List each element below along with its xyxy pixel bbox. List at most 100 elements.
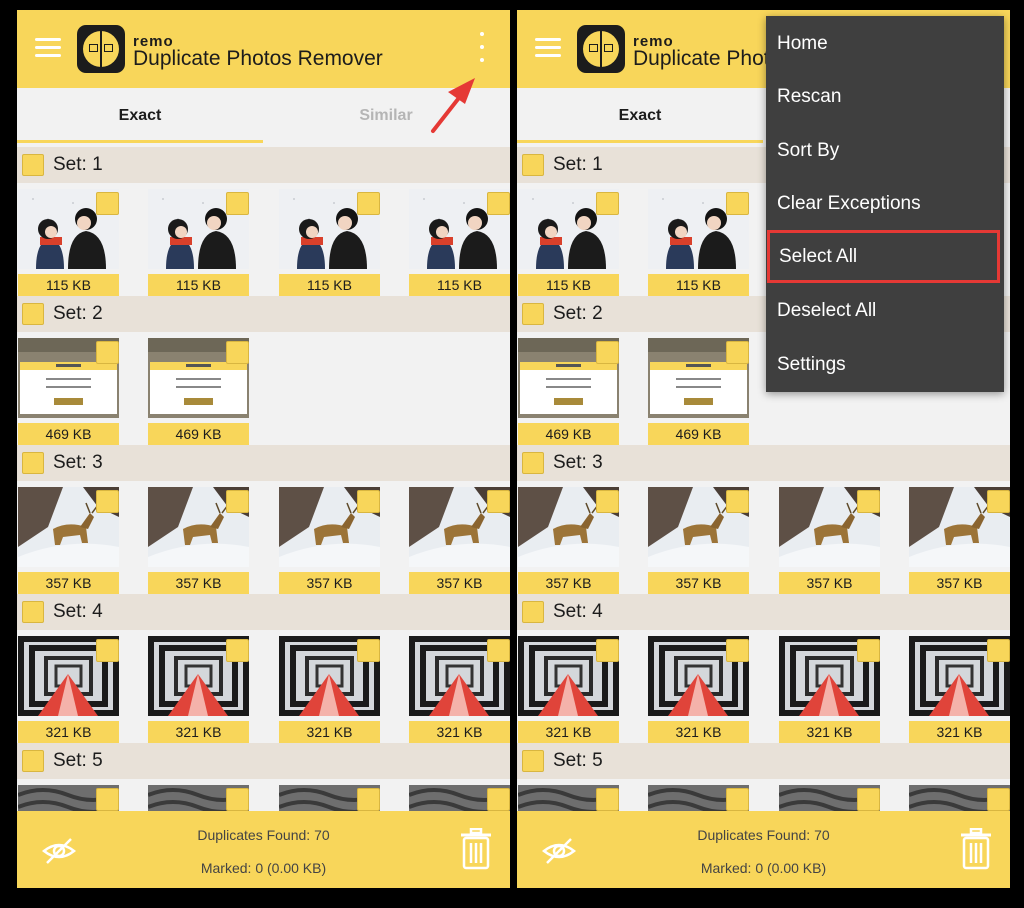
photo-thumbnail[interactable]: 115 KB: [148, 189, 249, 296]
photo-checkbox[interactable]: [487, 788, 510, 811]
photo-thumbnail[interactable]: [779, 785, 880, 811]
photo-checkbox[interactable]: [226, 788, 249, 811]
set-header: Set: 5: [17, 743, 510, 779]
photo-size-label: 357 KB: [409, 572, 510, 594]
photo-checkbox[interactable]: [726, 788, 749, 811]
photo-checkbox[interactable]: [487, 490, 510, 513]
photo-thumbnail[interactable]: 115 KB: [18, 189, 119, 296]
menu-item-sort-by[interactable]: Sort By: [766, 124, 1004, 177]
set-header: Set: 3: [517, 445, 1010, 481]
photo-thumbnail[interactable]: 357 KB: [409, 487, 510, 594]
photo-checkbox[interactable]: [96, 341, 119, 364]
photo-thumbnail[interactable]: 469 KB: [648, 338, 749, 445]
tab-similar[interactable]: Similar: [263, 88, 509, 143]
set-checkbox[interactable]: [22, 303, 44, 325]
tab-exact[interactable]: Exact: [17, 88, 263, 143]
photo-thumbnail[interactable]: 321 KB: [648, 636, 749, 743]
menu-item-deselect-all[interactable]: Deselect All: [766, 284, 1004, 337]
photo-thumbnail[interactable]: 357 KB: [148, 487, 249, 594]
menu-item-settings[interactable]: Settings: [766, 338, 1004, 391]
set-label: Set: 4: [53, 601, 103, 622]
photo-checkbox[interactable]: [226, 490, 249, 513]
photo-thumbnail[interactable]: [279, 785, 380, 811]
photo-checkbox[interactable]: [357, 192, 380, 215]
eye-off-icon[interactable]: [41, 836, 77, 871]
photo-thumbnail[interactable]: [148, 785, 249, 811]
photo-thumbnail[interactable]: 115 KB: [648, 189, 749, 296]
photo-checkbox[interactable]: [726, 639, 749, 662]
photo-checkbox[interactable]: [726, 192, 749, 215]
photo-thumbnail[interactable]: 357 KB: [18, 487, 119, 594]
set-checkbox[interactable]: [22, 154, 44, 176]
set-checkbox[interactable]: [522, 154, 544, 176]
photo-checkbox[interactable]: [226, 639, 249, 662]
photo-thumbnail[interactable]: 321 KB: [518, 636, 619, 743]
photo-checkbox[interactable]: [357, 490, 380, 513]
menu-item-home[interactable]: Home: [766, 17, 1004, 70]
photo-checkbox[interactable]: [987, 639, 1010, 662]
photo-checkbox[interactable]: [726, 341, 749, 364]
trash-icon[interactable]: [460, 827, 492, 875]
menu-item-clear-exceptions[interactable]: Clear Exceptions: [766, 177, 1004, 230]
photo-thumbnail[interactable]: 357 KB: [279, 487, 380, 594]
photo-thumbnail[interactable]: [648, 785, 749, 811]
photo-thumbnail[interactable]: 321 KB: [18, 636, 119, 743]
photo-checkbox[interactable]: [226, 341, 249, 364]
set-checkbox[interactable]: [22, 750, 44, 772]
photo-checkbox[interactable]: [357, 639, 380, 662]
photo-thumbnail[interactable]: 357 KB: [779, 487, 880, 594]
photo-thumbnail[interactable]: 321 KB: [409, 636, 510, 743]
set-checkbox[interactable]: [522, 303, 544, 325]
photo-thumbnail[interactable]: 321 KB: [909, 636, 1010, 743]
photo-thumbnail[interactable]: 469 KB: [518, 338, 619, 445]
photo-checkbox[interactable]: [596, 490, 619, 513]
photo-checkbox[interactable]: [726, 490, 749, 513]
photo-thumbnail[interactable]: 321 KB: [779, 636, 880, 743]
photo-thumbnail[interactable]: 357 KB: [648, 487, 749, 594]
photo-thumbnail[interactable]: [18, 785, 119, 811]
photo-thumbnail[interactable]: 115 KB: [409, 189, 510, 296]
photo-checkbox[interactable]: [596, 341, 619, 364]
set-checkbox[interactable]: [522, 601, 544, 623]
photo-checkbox[interactable]: [596, 788, 619, 811]
more-vertical-icon[interactable]: [477, 32, 487, 66]
set-checkbox[interactable]: [22, 452, 44, 474]
photo-thumbnail[interactable]: 321 KB: [148, 636, 249, 743]
photo-checkbox[interactable]: [357, 788, 380, 811]
hamburger-icon[interactable]: [35, 38, 61, 58]
photo-thumbnail[interactable]: 357 KB: [518, 487, 619, 594]
photo-checkbox[interactable]: [487, 639, 510, 662]
photo-checkbox[interactable]: [987, 490, 1010, 513]
photo-checkbox[interactable]: [596, 639, 619, 662]
photo-thumbnail[interactable]: [518, 785, 619, 811]
photo-checkbox[interactable]: [987, 788, 1010, 811]
photo-checkbox[interactable]: [226, 192, 249, 215]
photo-thumbnail[interactable]: 469 KB: [18, 338, 119, 445]
hamburger-icon[interactable]: [535, 38, 561, 58]
photo-thumbnail[interactable]: 115 KB: [279, 189, 380, 296]
photo-checkbox[interactable]: [857, 490, 880, 513]
photo-checkbox[interactable]: [96, 192, 119, 215]
photo-checkbox[interactable]: [96, 788, 119, 811]
trash-icon[interactable]: [960, 827, 992, 875]
duplicates-found-text: Duplicates Found: 70: [197, 827, 330, 843]
photo-checkbox[interactable]: [596, 192, 619, 215]
menu-item-select-all[interactable]: Select All: [767, 230, 1000, 283]
set-checkbox[interactable]: [522, 452, 544, 474]
photo-checkbox[interactable]: [96, 639, 119, 662]
set-checkbox[interactable]: [522, 750, 544, 772]
photo-thumbnail[interactable]: [409, 785, 510, 811]
photo-thumbnail[interactable]: 321 KB: [279, 636, 380, 743]
set-checkbox[interactable]: [22, 601, 44, 623]
photo-checkbox[interactable]: [857, 788, 880, 811]
photo-checkbox[interactable]: [96, 490, 119, 513]
photo-checkbox[interactable]: [487, 192, 510, 215]
photo-thumbnail[interactable]: 357 KB: [909, 487, 1010, 594]
tab-exact[interactable]: Exact: [517, 88, 763, 143]
photo-thumbnail[interactable]: [909, 785, 1010, 811]
photo-thumbnail[interactable]: 115 KB: [518, 189, 619, 296]
photo-thumbnail[interactable]: 469 KB: [148, 338, 249, 445]
menu-item-rescan[interactable]: Rescan: [766, 70, 1004, 123]
eye-off-icon[interactable]: [541, 836, 577, 871]
photo-checkbox[interactable]: [857, 639, 880, 662]
